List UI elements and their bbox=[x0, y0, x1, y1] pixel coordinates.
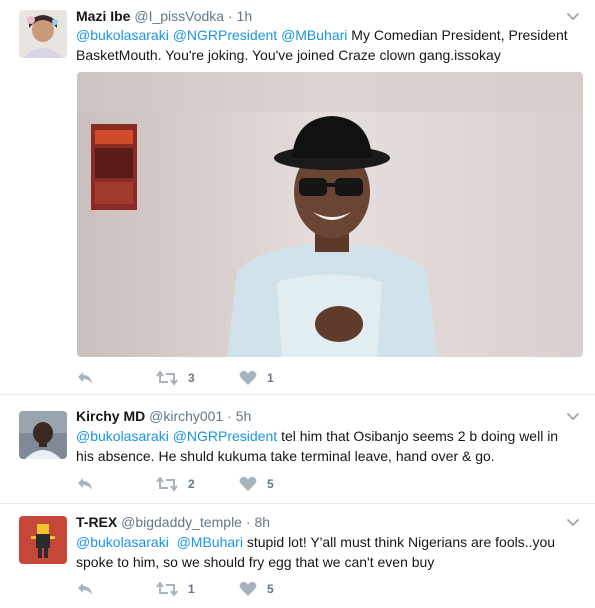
reply-button[interactable] bbox=[76, 369, 94, 387]
avatar[interactable] bbox=[19, 411, 67, 459]
tweet-text-body: tel him that Osibanjo seems 2 b doing we… bbox=[281, 428, 559, 444]
reply-icon bbox=[78, 372, 92, 384]
tweet-text: @bukolasaraki @NGRPresident tel him that… bbox=[76, 426, 586, 466]
retweet-count: 3 bbox=[188, 371, 195, 385]
heart-icon bbox=[239, 476, 257, 491]
tweet-actions: 1 5 bbox=[76, 580, 376, 600]
tweet-text-body: spoke to him, so we should fry egg that … bbox=[76, 554, 435, 570]
mention[interactable]: @MBuhari bbox=[281, 27, 347, 43]
tweet-1[interactable]: Mazi Ibe @I_pissVodka · 1h @bukolasaraki… bbox=[0, 0, 595, 394]
tweet-text-body: his absence. He shuld kukuma take termin… bbox=[76, 448, 495, 464]
mention[interactable]: @MBuhari bbox=[177, 534, 243, 550]
retweet-icon bbox=[156, 476, 178, 492]
tweet-header: Mazi Ibe @I_pissVodka · 1h bbox=[76, 8, 252, 24]
like-count: 1 bbox=[267, 371, 274, 385]
like-count: 5 bbox=[267, 477, 274, 491]
display-name[interactable]: Mazi Ibe bbox=[76, 8, 130, 24]
mention[interactable]: @NGRPresident bbox=[173, 27, 277, 43]
retweet-icon bbox=[156, 581, 178, 597]
timestamp[interactable]: 1h bbox=[237, 8, 253, 24]
like-button[interactable]: 5 bbox=[239, 475, 274, 493]
mention[interactable]: @bukolasaraki bbox=[76, 534, 169, 550]
chevron-down-icon[interactable] bbox=[565, 409, 581, 425]
reply-icon bbox=[78, 478, 92, 490]
reply-button[interactable] bbox=[76, 580, 94, 598]
user-handle[interactable]: @kirchy001 bbox=[149, 408, 223, 424]
tweet-text: @bukolasaraki @MBuhari stupid lot! Y'all… bbox=[76, 532, 586, 572]
timestamp[interactable]: 8h bbox=[254, 514, 270, 530]
tweet-header: Kirchy MD @kirchy001 · 5h bbox=[76, 408, 251, 424]
heart-icon bbox=[239, 370, 257, 385]
separator: · bbox=[245, 514, 251, 530]
chevron-down-icon[interactable] bbox=[565, 515, 581, 531]
tweet-text: @bukolasaraki @NGRPresident @MBuhari My … bbox=[76, 25, 586, 65]
tweet-text-body: My Comedian President, President bbox=[351, 27, 568, 43]
tweet-actions: 2 5 bbox=[76, 475, 376, 495]
retweet-count: 1 bbox=[188, 582, 195, 596]
retweet-button[interactable]: 2 bbox=[156, 475, 195, 493]
retweet-button[interactable]: 1 bbox=[156, 580, 195, 598]
heart-icon bbox=[239, 581, 257, 596]
user-handle[interactable]: @bigdaddy_temple bbox=[121, 514, 242, 530]
tweet-actions: 3 1 bbox=[76, 369, 376, 389]
mention[interactable]: @NGRPresident bbox=[173, 428, 277, 444]
media-photo[interactable] bbox=[77, 72, 583, 357]
display-name[interactable]: Kirchy MD bbox=[76, 408, 145, 424]
tweet-2[interactable]: Kirchy MD @kirchy001 · 5h @bukolasaraki … bbox=[0, 395, 595, 503]
avatar[interactable] bbox=[19, 516, 67, 564]
like-count: 5 bbox=[267, 582, 274, 596]
retweet-icon bbox=[156, 370, 178, 386]
timestamp[interactable]: 5h bbox=[236, 408, 252, 424]
reply-button[interactable] bbox=[76, 475, 94, 493]
separator: · bbox=[227, 408, 232, 424]
user-handle[interactable]: @I_pissVodka bbox=[134, 8, 224, 24]
like-button[interactable]: 1 bbox=[239, 369, 274, 387]
avatar[interactable] bbox=[19, 10, 67, 58]
reply-icon bbox=[78, 583, 92, 595]
retweet-button[interactable]: 3 bbox=[156, 369, 195, 387]
mention[interactable]: @bukolasaraki bbox=[76, 27, 169, 43]
like-button[interactable]: 5 bbox=[239, 580, 274, 598]
tweet-text-body: stupid lot! Y'all must think Nigerians a… bbox=[246, 534, 556, 550]
chevron-down-icon[interactable] bbox=[565, 9, 581, 25]
display-name[interactable]: T-REX bbox=[76, 514, 117, 530]
retweet-count: 2 bbox=[188, 477, 195, 491]
mention[interactable]: @bukolasaraki bbox=[76, 428, 169, 444]
separator: · bbox=[227, 8, 233, 24]
tweet-header: T-REX @bigdaddy_temple · 8h bbox=[76, 514, 270, 530]
tweet-text-body: BasketMouth. You're joking. You've joine… bbox=[76, 47, 501, 63]
tweet-3[interactable]: T-REX @bigdaddy_temple · 8h @bukolasarak… bbox=[0, 504, 595, 608]
